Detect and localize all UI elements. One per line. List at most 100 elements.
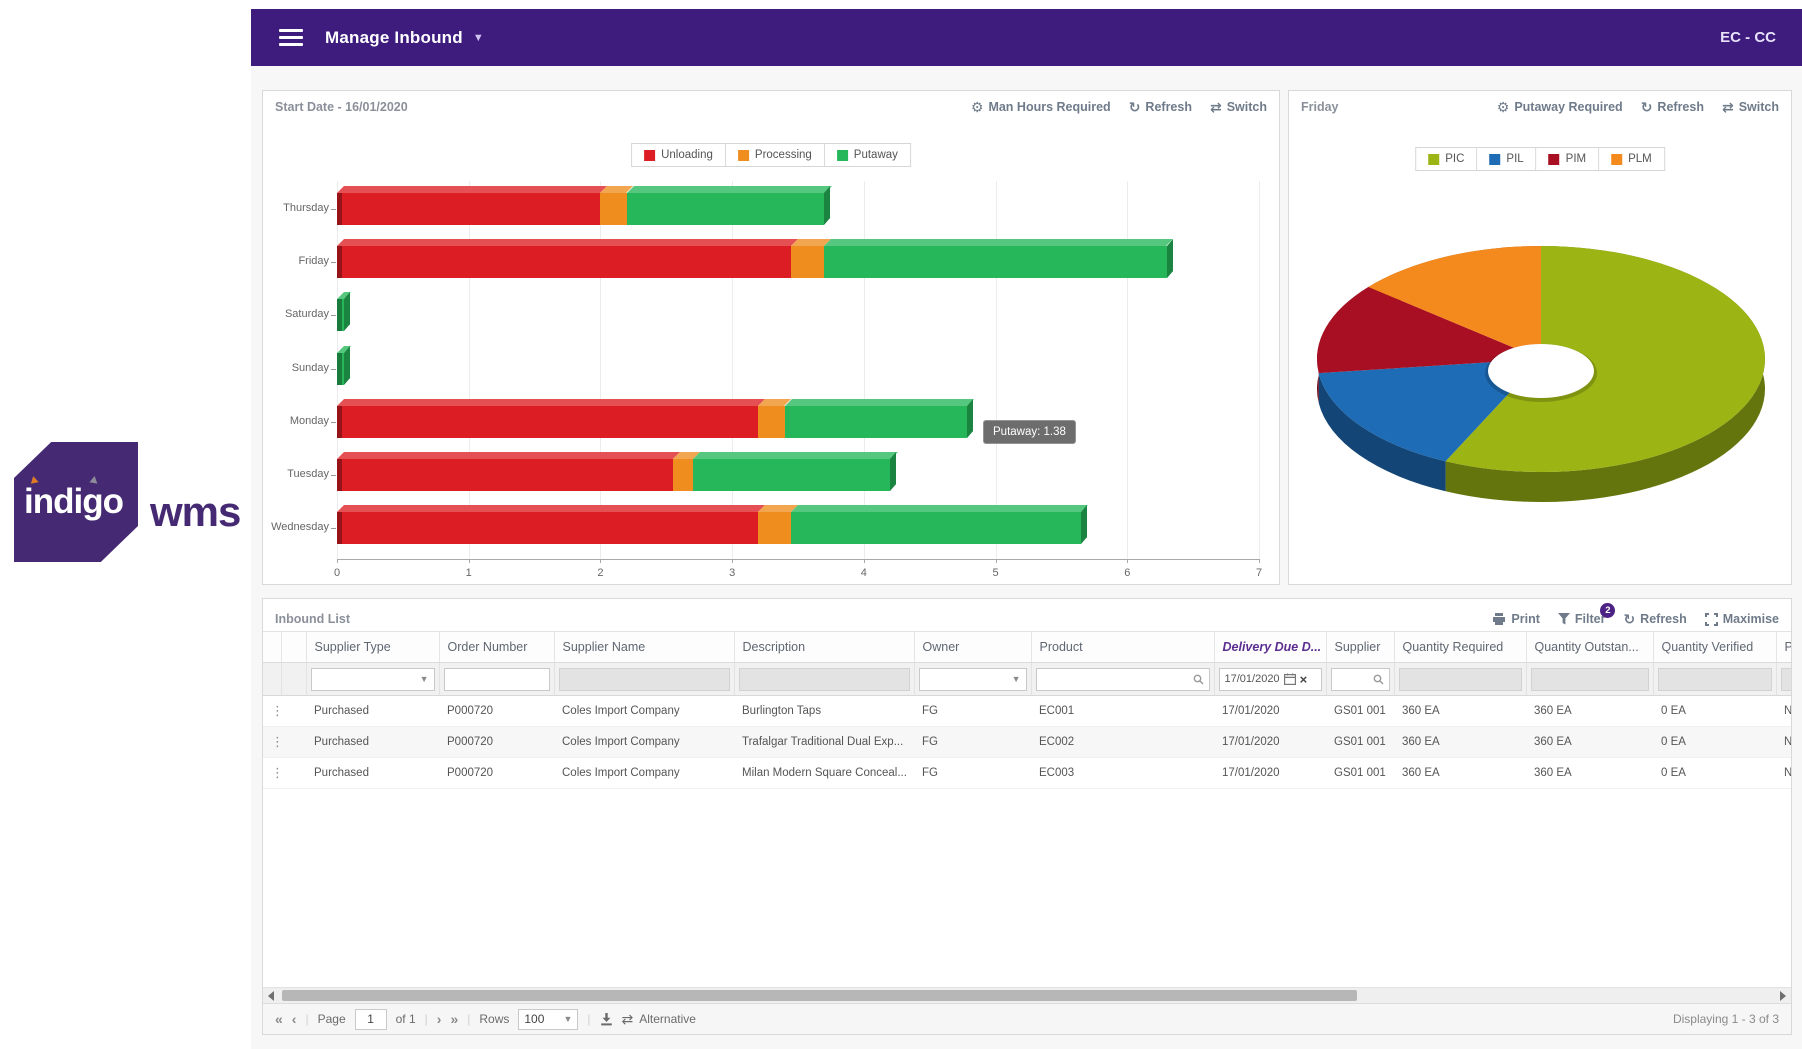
column-header-supplier[interactable]: Supplier — [1326, 632, 1394, 663]
bar-segment-processing[interactable] — [673, 459, 693, 491]
bar-segment-unloading[interactable] — [337, 459, 673, 491]
row-menu-icon[interactable]: ⋮ — [263, 758, 281, 789]
column-header-delivery-due-d-[interactable]: Delivery Due D... — [1214, 632, 1326, 663]
column-header-supplier-type[interactable]: Supplier Type — [306, 632, 439, 663]
bar-segment-putaway[interactable] — [791, 512, 1081, 544]
bar-segment-unloading[interactable] — [337, 246, 791, 278]
filter-date-input[interactable]: 17/01/2020 × — [1219, 668, 1322, 691]
filter-cell — [554, 663, 734, 696]
axis-tick-label: 3 — [729, 567, 735, 579]
filter-dropdown[interactable]: ▼ — [919, 668, 1027, 691]
alternative-toggle[interactable]: ⇄ Alternative — [622, 1011, 696, 1028]
table-row[interactable]: ⋮PurchasedP000720Coles Import CompanyMil… — [263, 758, 1791, 789]
column-header-description[interactable]: Description — [734, 632, 914, 663]
bar-segment-end-face — [1167, 239, 1173, 278]
column-header-blank — [263, 632, 281, 663]
row-menu-icon[interactable]: ⋮ — [263, 696, 281, 727]
filter-cell — [1326, 663, 1394, 696]
indigo-wms-logo: indigo wms — [14, 436, 246, 576]
column-header-supplier-name[interactable]: Supplier Name — [554, 632, 734, 663]
bar-segment-processing[interactable] — [791, 246, 824, 278]
cell: 360 EA — [1526, 758, 1653, 789]
table-row[interactable]: ⋮PurchasedP000720Coles Import CompanyBur… — [263, 696, 1791, 727]
column-header-quantity-verified[interactable]: Quantity Verified — [1653, 632, 1776, 663]
filter-cell: ▼ — [914, 663, 1031, 696]
axis-tick-label: 6 — [1124, 567, 1130, 579]
scrollbar-thumb[interactable] — [282, 990, 1357, 1001]
bar-segment-unloading[interactable] — [337, 193, 600, 225]
last-page-button[interactable]: » — [450, 1012, 458, 1026]
search-icon[interactable] — [1193, 674, 1204, 685]
bar-segment-processing[interactable] — [758, 406, 784, 438]
bar-segment-processing[interactable] — [600, 193, 626, 225]
filter-text-input[interactable] — [444, 668, 550, 691]
bar-segment-putaway[interactable] — [337, 299, 344, 331]
date-filter-value: 17/01/2020 — [1225, 673, 1280, 685]
filter-disabled — [559, 668, 730, 691]
column-header-product[interactable]: Product — [1031, 632, 1214, 663]
cell: GS01 001 — [1326, 696, 1394, 727]
printer-icon — [1492, 613, 1506, 626]
category-tick — [331, 262, 336, 263]
menu-hamburger-icon[interactable] — [279, 29, 303, 46]
horizontal-scrollbar[interactable] — [263, 987, 1791, 1003]
filter-search-input[interactable] — [1331, 668, 1390, 691]
filter-dropdown[interactable]: ▼ — [311, 668, 435, 691]
pie-chart[interactable] — [1289, 91, 1791, 551]
cell: No — [1776, 696, 1791, 727]
search-icon[interactable] — [1373, 674, 1384, 685]
list-panel-header: Inbound List Print 2 Filter 2 ↻ Refres — [263, 599, 1791, 631]
bar-segment-processing[interactable] — [758, 512, 791, 544]
row-menu-icon[interactable]: ⋮ — [263, 727, 281, 758]
first-page-button[interactable]: « — [275, 1012, 283, 1026]
bar-chart-plot: 01234567ThursdayFridaySaturdaySundayMond… — [337, 153, 1259, 559]
cell: No — [1776, 727, 1791, 758]
bar-segment-putaway[interactable] — [627, 193, 825, 225]
download-button[interactable] — [600, 1013, 613, 1026]
cell: P000720 — [439, 758, 554, 789]
filter-search-input[interactable] — [1036, 668, 1210, 691]
column-header-pre[interactable]: Pre — [1776, 632, 1791, 663]
column-header-quantity-outstan-[interactable]: Quantity Outstan... — [1526, 632, 1653, 663]
table-row[interactable]: ⋮PurchasedP000720Coles Import CompanyTra… — [263, 727, 1791, 758]
scroll-right-arrow-icon[interactable] — [1780, 991, 1786, 1001]
column-header-owner[interactable]: Owner — [914, 632, 1031, 663]
maximise-button[interactable]: Maximise — [1705, 612, 1779, 626]
app-header-bar: Manage Inbound ▼ EC - CC — [251, 9, 1802, 66]
bar-segment-putaway[interactable] — [693, 459, 891, 491]
print-button[interactable]: Print 2 — [1492, 612, 1539, 626]
bar-segment-putaway[interactable] — [824, 246, 1166, 278]
bar-refresh-button[interactable]: ↻ Refresh — [1129, 100, 1192, 114]
calendar-icon[interactable] — [1284, 673, 1296, 685]
bar-segment-top-face — [337, 399, 765, 406]
cell: Milan Modern Square Conceal... — [734, 758, 914, 789]
bar-segment-putaway[interactable] — [785, 406, 967, 438]
cell: GS01 001 — [1326, 758, 1394, 789]
bar-segment-unloading[interactable] — [337, 406, 758, 438]
bar-switch-button[interactable]: ⇄ Switch — [1210, 100, 1267, 114]
list-panel-title: Inbound List — [275, 612, 350, 626]
row-spacer-cell — [281, 758, 306, 789]
bar-segment-putaway[interactable] — [337, 353, 344, 385]
bar-segment-top-face — [337, 186, 607, 193]
grid-refresh-button[interactable]: ↻ Refresh — [1623, 612, 1686, 626]
column-header-quantity-required[interactable]: Quantity Required — [1394, 632, 1526, 663]
scroll-left-arrow-icon[interactable] — [268, 991, 274, 1001]
category-label: Monday — [257, 415, 329, 427]
page-title-dropdown[interactable]: Manage Inbound ▼ — [325, 28, 484, 48]
clear-filter-icon[interactable]: × — [1300, 672, 1308, 687]
prev-page-button[interactable]: ‹ — [292, 1012, 297, 1026]
next-page-button[interactable]: › — [437, 1012, 442, 1026]
page-number-input[interactable]: 1 — [355, 1009, 387, 1030]
cell: 0 EA — [1653, 727, 1776, 758]
column-header-order-number[interactable]: Order Number — [439, 632, 554, 663]
filter-disabled — [739, 668, 910, 691]
filter-button[interactable]: Filter 2 — [1558, 612, 1606, 626]
bar-segment-unloading[interactable] — [337, 512, 758, 544]
man-hours-required-button[interactable]: ⚙ Man Hours Required — [971, 100, 1111, 114]
cell: EC001 — [1031, 696, 1214, 727]
category-label: Thursday — [257, 202, 329, 214]
rows-per-page-select[interactable]: 100 ▼ — [518, 1009, 578, 1030]
category-label: Saturday — [257, 308, 329, 320]
category-label: Tuesday — [257, 468, 329, 480]
